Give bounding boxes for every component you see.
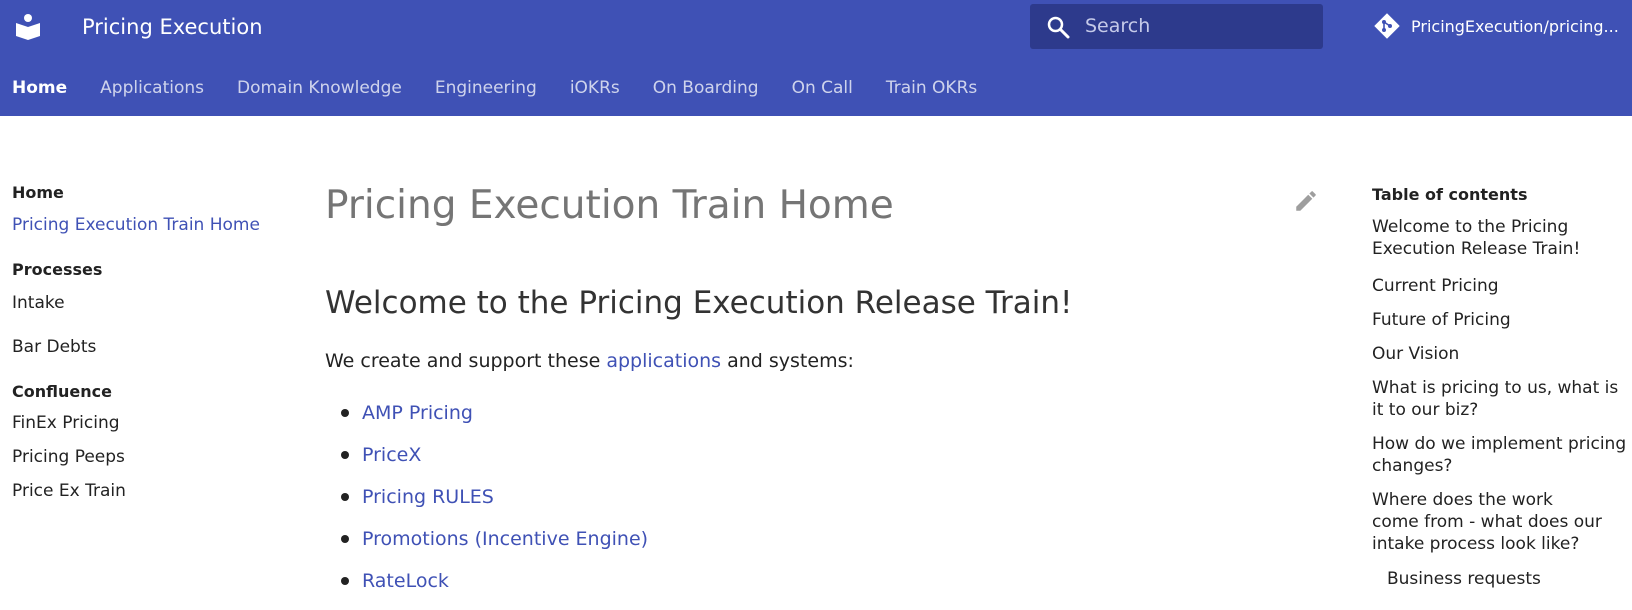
sidebar-item-pricing-execution-train-home[interactable]: Pricing Execution Train Home bbox=[12, 215, 260, 235]
search-icon bbox=[1047, 16, 1070, 39]
app-link-pricex[interactable]: PriceX bbox=[362, 444, 421, 466]
sidebar-item-price-ex-train[interactable]: Price Ex Train bbox=[12, 481, 126, 501]
toc-item-where-work-comes-from[interactable]: Where does the work come from - what doe… bbox=[1372, 489, 1602, 555]
repo-label: PricingExecution/pricing... bbox=[1411, 16, 1619, 36]
toc-item-future-of-pricing[interactable]: Future of Pricing bbox=[1372, 309, 1511, 331]
app-link-promotions[interactable]: Promotions (Incentive Engine) bbox=[362, 528, 648, 550]
intro-paragraph: We create and support these applications… bbox=[325, 348, 854, 374]
tab-applications[interactable]: Applications bbox=[100, 76, 204, 100]
apps-list: AMP Pricing PriceX Pricing RULES Promoti… bbox=[325, 400, 648, 610]
bullet bbox=[341, 493, 349, 501]
bullet bbox=[341, 577, 349, 585]
toc-item-how-implement[interactable]: How do we implement pricing changes? bbox=[1372, 433, 1628, 477]
search-placeholder: Search bbox=[1085, 15, 1151, 37]
toc-item-current-pricing[interactable]: Current Pricing bbox=[1372, 275, 1499, 297]
site-title[interactable]: Pricing Execution bbox=[82, 12, 263, 42]
git-icon bbox=[1374, 13, 1400, 39]
toc-item-business-requests[interactable]: Business requests bbox=[1387, 568, 1541, 590]
pencil-icon[interactable] bbox=[1293, 188, 1319, 214]
applications-link[interactable]: applications bbox=[606, 350, 721, 372]
toc-item-what-is-pricing[interactable]: What is pricing to us, what is it to our… bbox=[1372, 377, 1628, 421]
tab-iokrs[interactable]: iOKRs bbox=[570, 76, 620, 100]
page-title: Pricing Execution Train Home bbox=[325, 183, 894, 228]
sidebar-item-finex-pricing[interactable]: FinEx Pricing bbox=[12, 413, 120, 433]
intro-suffix: and systems: bbox=[721, 350, 854, 372]
app-link-amp-pricing[interactable]: AMP Pricing bbox=[362, 402, 473, 424]
tab-engineering[interactable]: Engineering bbox=[435, 76, 537, 100]
toc-item-welcome[interactable]: Welcome to the Pricing Execution Release… bbox=[1372, 216, 1582, 260]
search-input[interactable]: Search bbox=[1030, 4, 1323, 49]
toc-item-our-vision[interactable]: Our Vision bbox=[1372, 343, 1459, 365]
list-item: RateLock bbox=[325, 568, 648, 610]
repo-link[interactable]: PricingExecution/pricing... bbox=[1373, 11, 1619, 41]
intro-prefix: We create and support these bbox=[325, 350, 607, 372]
list-item: Promotions (Incentive Engine) bbox=[325, 526, 648, 568]
toc-title: Table of contents bbox=[1372, 185, 1528, 204]
table-of-contents: Table of contents Welcome to the Pricing… bbox=[1372, 183, 1632, 589]
sidebar-item-pricing-peeps[interactable]: Pricing Peeps bbox=[12, 447, 125, 467]
bullet bbox=[341, 535, 349, 543]
sidebar-section-confluence: Confluence bbox=[12, 382, 112, 401]
book-reader-icon[interactable] bbox=[14, 12, 42, 40]
list-item: PriceX bbox=[325, 442, 648, 484]
header-bar: Pricing Execution Search PricingExecutio… bbox=[0, 0, 1632, 116]
sidebar-section-home: Home bbox=[12, 183, 64, 202]
sidebar-item-intake[interactable]: Intake bbox=[12, 293, 65, 313]
app-link-pricing-rules[interactable]: Pricing RULES bbox=[362, 486, 494, 508]
app-link-ratelock[interactable]: RateLock bbox=[362, 570, 449, 592]
section-heading: Welcome to the Pricing Execution Release… bbox=[325, 285, 1073, 321]
tab-on-boarding[interactable]: On Boarding bbox=[653, 76, 759, 100]
top-tabs: Home Applications Domain Knowledge Engin… bbox=[12, 76, 1010, 100]
bullet bbox=[341, 451, 349, 459]
sidebar-item-bar-debts[interactable]: Bar Debts bbox=[12, 337, 96, 357]
tab-home[interactable]: Home bbox=[12, 76, 67, 100]
list-item: Pricing RULES bbox=[325, 484, 648, 526]
bullet bbox=[341, 409, 349, 417]
sidebar-section-processes: Processes bbox=[12, 260, 103, 279]
tab-train-okrs[interactable]: Train OKRs bbox=[886, 76, 977, 100]
tab-on-call[interactable]: On Call bbox=[792, 76, 853, 100]
list-item: AMP Pricing bbox=[325, 400, 648, 442]
tab-domain-knowledge[interactable]: Domain Knowledge bbox=[237, 76, 402, 100]
